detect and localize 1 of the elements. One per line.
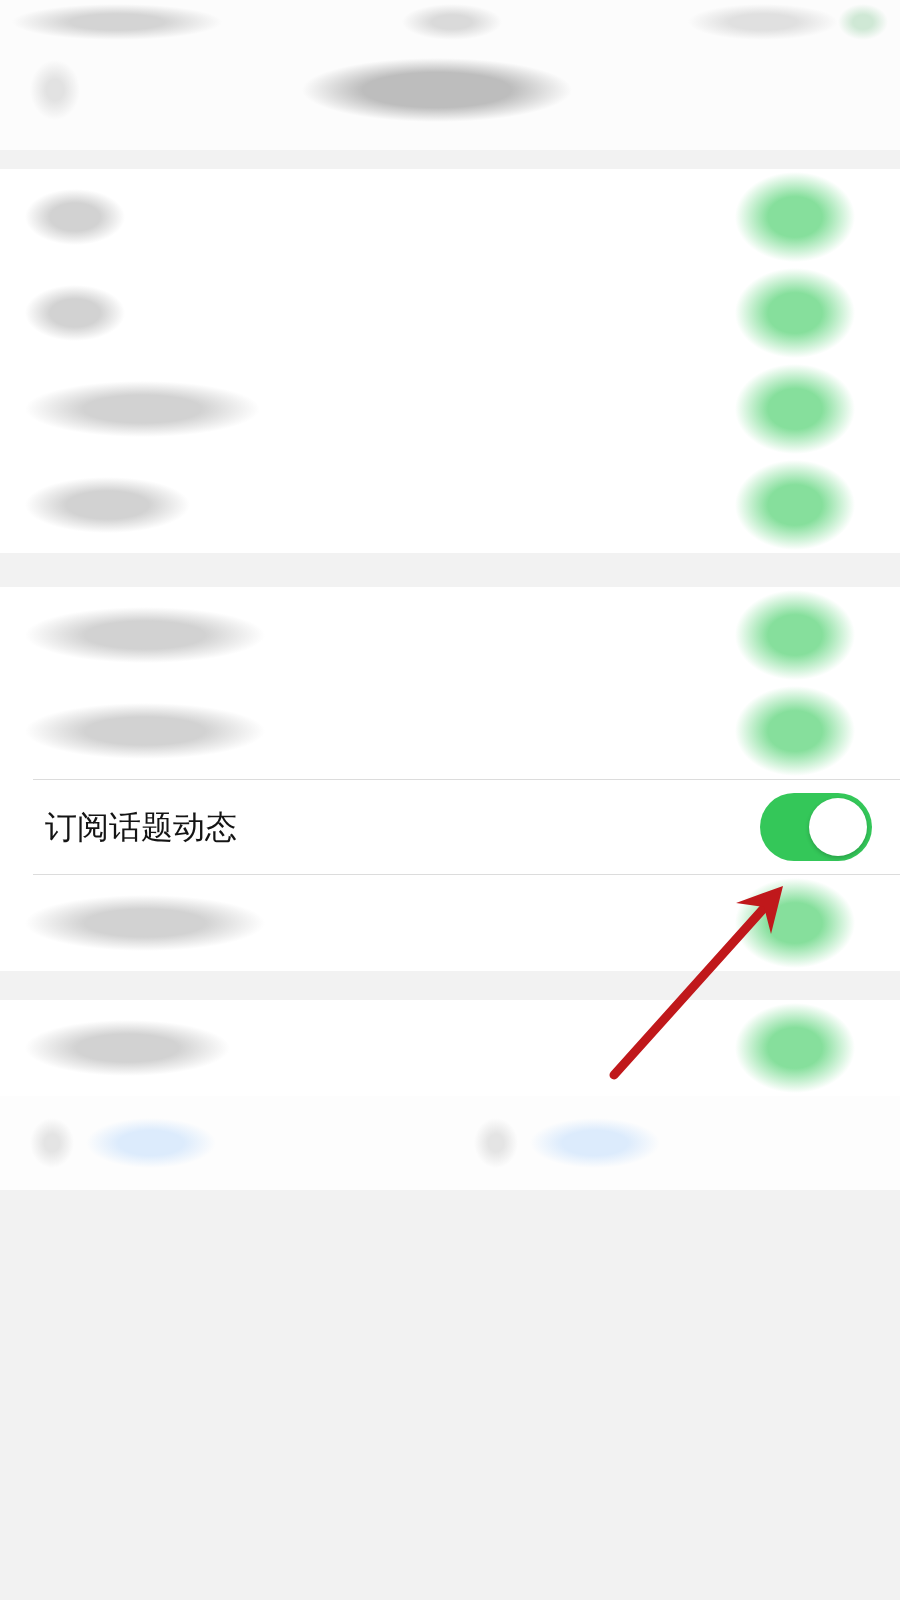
setting-label: 订阅话题动态 bbox=[45, 807, 237, 847]
